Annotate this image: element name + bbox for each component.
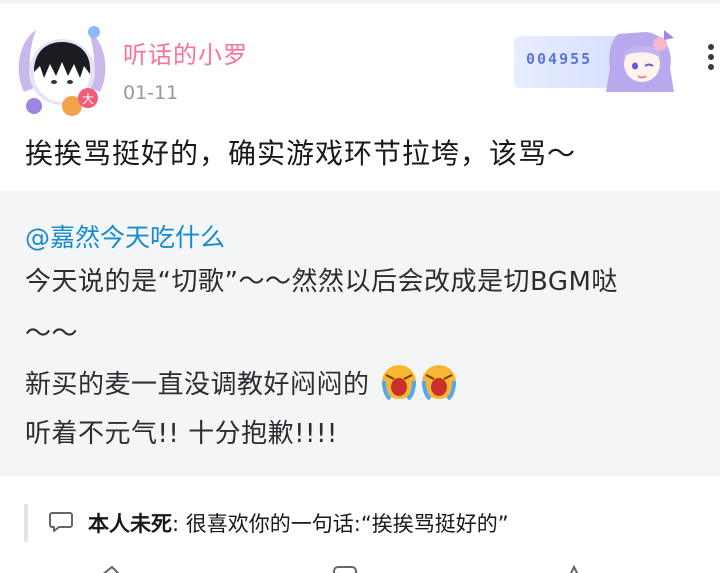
crying-emoji-icon (422, 365, 457, 401)
like-icon[interactable] (560, 563, 590, 573)
comment-preview[interactable]: 本人未死: 很喜欢你的一句话:“挨挨骂挺好的” (88, 508, 509, 538)
post-content: 挨挨骂挺好的，确实游戏环节拉垮，该骂～ (25, 137, 577, 170)
quote-line-with-emoji: 新买的麦一直没调教好闷闷的 (25, 363, 458, 401)
quote-line: ～～ (25, 319, 79, 349)
fan-badge-number: 004955 (526, 50, 593, 68)
top-divider (0, 0, 720, 3)
quote-line: 今天说的是“切歌”～～然然以后会改成是切BGM哒 (25, 267, 618, 297)
quote-author-mention[interactable]: @嘉然今天吃什么 (25, 218, 225, 254)
comment-bubble-icon (49, 512, 73, 532)
comment-body: 很喜欢你的一句话:“挨挨骂挺好的” (185, 512, 509, 536)
level-badge: 大 (82, 92, 94, 106)
fan-badge-card[interactable]: 004955 (514, 28, 682, 94)
comment-preview-bar (24, 504, 28, 542)
share-icon[interactable] (96, 563, 126, 573)
comment-separator: : (172, 512, 186, 536)
quote-line: 听着不元气!! 十分抱歉!!!! (25, 419, 338, 449)
comment-action-icon[interactable] (330, 563, 360, 573)
avatar[interactable]: 大 (14, 22, 110, 118)
forwarded-post[interactable]: @嘉然今天吃什么 今天说的是“切歌”～～然然以后会改成是切BGM哒 ～～ 新买的… (0, 191, 720, 476)
more-vertical-icon[interactable] (703, 42, 719, 72)
post-date: 01-11 (123, 82, 179, 104)
avatar-pendant-frame: 大 (18, 26, 106, 116)
quote-line-text: 新买的麦一直没调教好闷闷的 (25, 370, 370, 400)
crying-emoji-icon (382, 365, 417, 401)
dynamic-post-card: 大 听话的小罗 01-11 004955 挨挨骂挺好的，确实游戏环节拉垮，该骂～… (0, 0, 720, 573)
user-name[interactable]: 听话的小罗 (123, 35, 248, 70)
comment-user[interactable]: 本人未死 (88, 512, 172, 536)
